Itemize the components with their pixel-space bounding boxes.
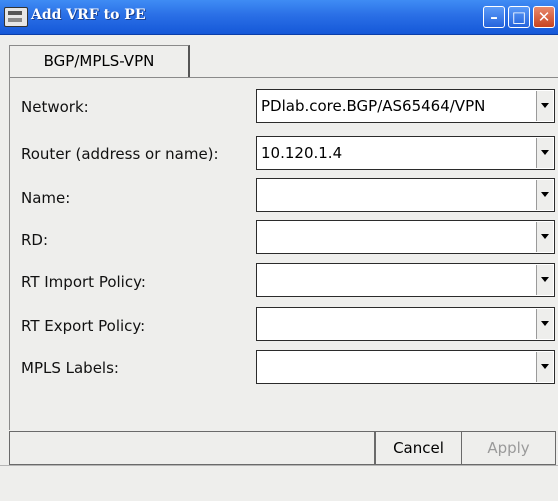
window-titlebar[interactable]: Add VRF to PE – □ ✕ bbox=[0, 0, 558, 35]
rd-label: RD: bbox=[21, 231, 49, 249]
cancel-button[interactable]: Cancel bbox=[375, 431, 462, 465]
bottom-divider bbox=[0, 465, 558, 466]
mpls-labels-combo[interactable] bbox=[256, 350, 555, 384]
chevron-down-icon[interactable] bbox=[536, 265, 553, 295]
router-label: Router (address or name): bbox=[21, 145, 219, 163]
rt-import-label: RT Import Policy: bbox=[21, 273, 146, 291]
rd-combo[interactable] bbox=[256, 220, 555, 254]
chevron-down-icon[interactable] bbox=[536, 91, 553, 121]
name-label: Name: bbox=[21, 189, 71, 207]
network-combo[interactable]: PDlab.core.BGP/AS65464/VPN bbox=[256, 89, 555, 123]
maximize-icon[interactable]: □ bbox=[508, 6, 530, 28]
chevron-down-icon[interactable] bbox=[536, 352, 553, 382]
app-icon bbox=[4, 7, 28, 27]
name-combo[interactable] bbox=[256, 178, 555, 212]
chevron-down-icon[interactable] bbox=[536, 222, 553, 252]
apply-button[interactable]: Apply bbox=[461, 431, 556, 465]
router-value: 10.120.1.4 bbox=[261, 144, 343, 162]
tab-bgp-mpls-vpn[interactable]: BGP/MPLS-VPN bbox=[9, 45, 190, 78]
network-label: Network: bbox=[21, 98, 89, 116]
rt-export-label: RT Export Policy: bbox=[21, 317, 146, 335]
chevron-down-icon[interactable] bbox=[536, 138, 553, 168]
chevron-down-icon[interactable] bbox=[536, 180, 553, 210]
rt-import-combo[interactable] bbox=[256, 263, 555, 297]
rt-export-combo[interactable] bbox=[256, 307, 555, 341]
minimize-icon[interactable]: – bbox=[483, 6, 505, 28]
chevron-down-icon[interactable] bbox=[536, 309, 553, 339]
mpls-labels-label: MPLS Labels: bbox=[21, 359, 119, 377]
status-bar bbox=[9, 431, 375, 465]
router-combo[interactable]: 10.120.1.4 bbox=[256, 136, 555, 170]
network-value: PDlab.core.BGP/AS65464/VPN bbox=[261, 97, 486, 115]
window-title: Add VRF to PE bbox=[31, 7, 146, 23]
close-icon[interactable]: ✕ bbox=[533, 6, 555, 28]
